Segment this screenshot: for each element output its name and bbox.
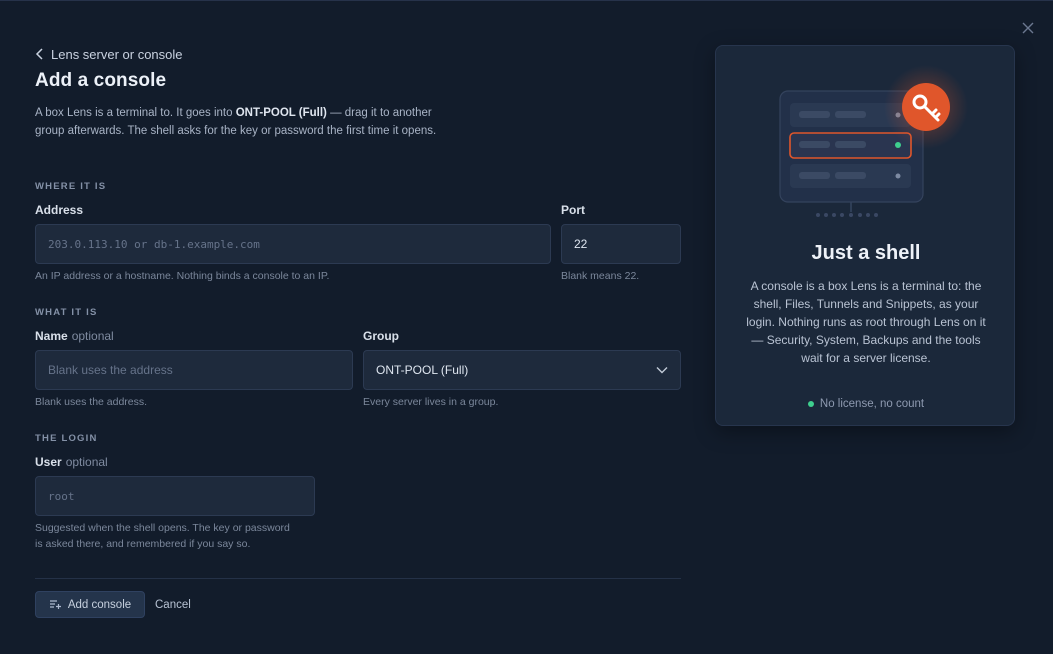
- section-login: THE LOGIN: [35, 433, 98, 444]
- card-title: Just a shell: [811, 242, 921, 264]
- address-input[interactable]: 203.0.113.10 or db-1.example.com: [35, 224, 551, 264]
- info-card: Just a shell A console is a box Lens is …: [715, 45, 1015, 426]
- user-label-text: User: [35, 455, 62, 469]
- user-help: Suggested when the shell opens. The key …: [35, 521, 335, 552]
- port-help: Blank means 22.: [561, 270, 640, 282]
- intro-part: A box Lens is a terminal to. It goes int…: [35, 107, 236, 119]
- user-help-line: Suggested when the shell opens. The key …: [35, 522, 290, 534]
- form-column: Lens server or console Add a console A b…: [35, 45, 681, 618]
- divider: [35, 578, 681, 579]
- back-link-label: Lens server or console: [51, 46, 183, 62]
- address-label: Address: [35, 203, 84, 217]
- port-label: Port: [561, 203, 585, 217]
- card-body: A console is a box Lens is a terminal to…: [746, 279, 986, 365]
- add-console-label: Add console: [67, 598, 132, 611]
- chevron-left-icon: [35, 48, 43, 60]
- add-console-icon: [49, 600, 61, 609]
- back-link[interactable]: Lens server or console: [35, 45, 183, 63]
- cancel-button[interactable]: Cancel: [155, 591, 191, 618]
- address-placeholder: 203.0.113.10 or db-1.example.com: [48, 237, 260, 251]
- name-label: Name optional: [35, 329, 114, 343]
- page-title: Add a console: [35, 70, 167, 91]
- section-where: WHERE IT IS: [35, 181, 107, 192]
- user-optional-tag: optional: [65, 455, 108, 469]
- name-label-text: Name: [35, 329, 68, 343]
- close-icon[interactable]: [1019, 19, 1037, 37]
- key-icon: [902, 83, 950, 131]
- port-value: 22: [574, 237, 588, 251]
- port-input[interactable]: 22: [561, 224, 681, 264]
- license-status: No license, no count: [716, 398, 1016, 410]
- name-input[interactable]: Blank uses the address: [35, 350, 353, 390]
- address-help: An IP address or a hostname. Nothing bin…: [35, 270, 330, 282]
- status-dot-icon: [807, 401, 814, 407]
- section-what: WHAT IT IS: [35, 307, 98, 318]
- group-value: ONT-POOL (Full): [376, 363, 469, 377]
- user-placeholder: root: [48, 489, 75, 503]
- name-optional-tag: optional: [71, 329, 114, 343]
- user-label: User optional: [35, 455, 108, 469]
- user-help-line: is asked there, and remembered if you sa…: [35, 537, 251, 550]
- intro-text: A box Lens is a terminal to. It goes int…: [35, 104, 445, 140]
- name-help: Blank uses the address.: [35, 396, 148, 408]
- intro-group-name: ONT-POOL (Full): [235, 107, 327, 119]
- add-console-button[interactable]: Add console: [35, 591, 145, 618]
- group-select[interactable]: ONT-POOL (Full): [363, 350, 681, 390]
- group-help: Every server lives in a group.: [363, 396, 499, 408]
- user-input[interactable]: root: [35, 476, 315, 516]
- group-label: Group: [363, 329, 399, 343]
- name-placeholder: Blank uses the address: [48, 363, 173, 377]
- dialog: Lens server or console Add a console A b…: [0, 0, 1053, 654]
- license-status-text: No license, no count: [819, 398, 925, 410]
- chevron-down-icon: [656, 367, 668, 374]
- server-rack-icon: [779, 65, 968, 217]
